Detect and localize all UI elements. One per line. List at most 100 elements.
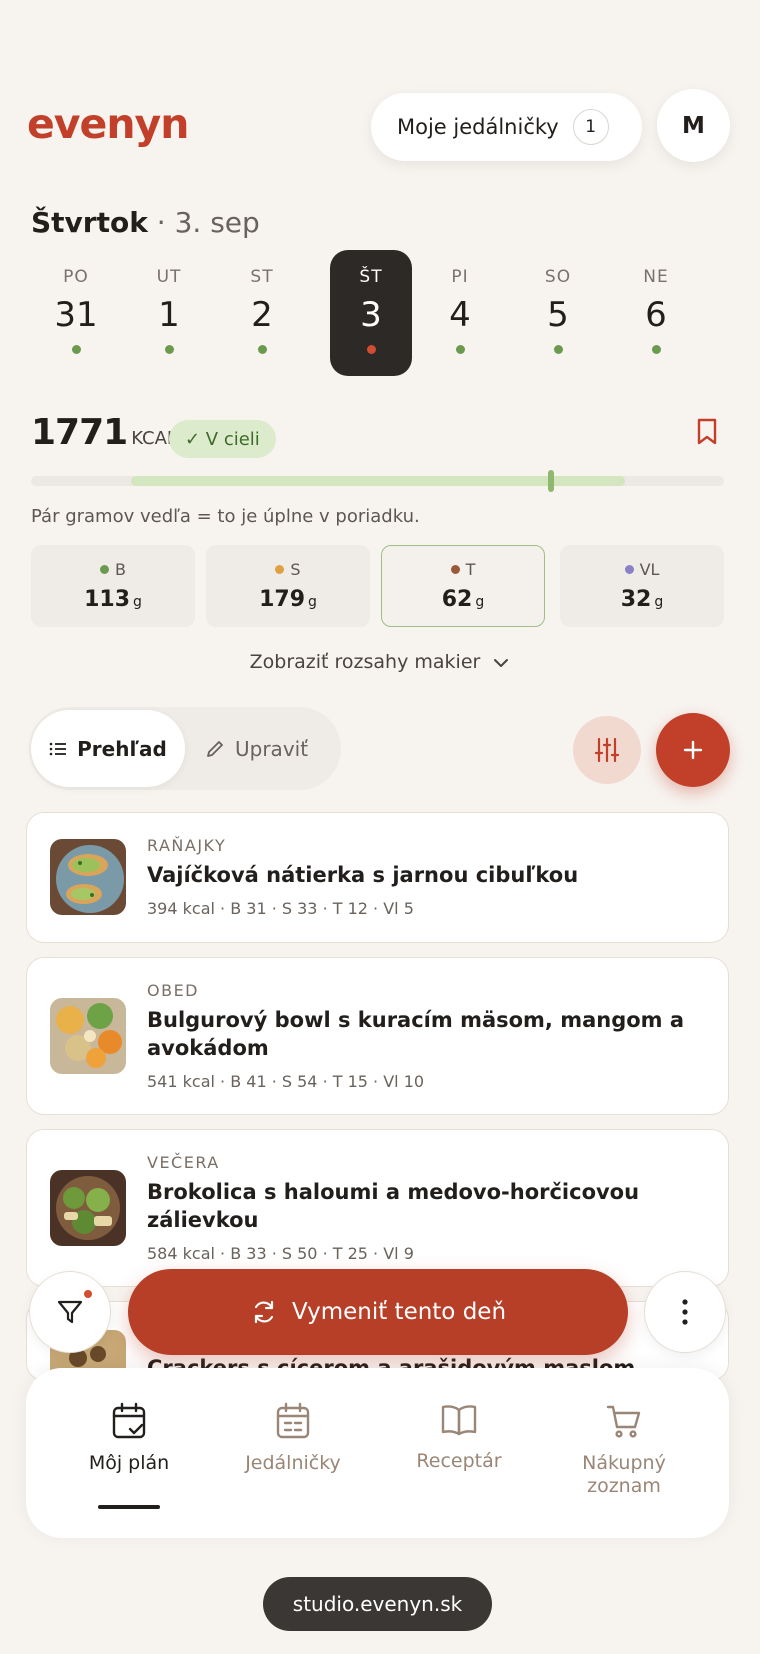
nav-my-plan[interactable]: Môj plán: [44, 1402, 214, 1475]
bottom-navigation: Môj plán Jedálničky Receptár Nákupný zoz…: [26, 1368, 729, 1538]
day-number: 5: [547, 295, 569, 335]
calendar-check-icon: [112, 1402, 146, 1439]
meal-card-dinner[interactable]: VEČERA Brokolica s haloumi a medovo-horč…: [26, 1129, 729, 1287]
day-status-dot: [257, 345, 267, 354]
meal-name: Bulgurový bowl s kuracím mäsom, mangom a…: [147, 1008, 685, 1060]
meal-name: Vajíčková nátierka s jarnou cibuľkou: [147, 863, 579, 887]
add-meal-button[interactable]: [656, 713, 730, 787]
meal-type: VEČERA: [147, 1153, 220, 1172]
day-label: NE: [643, 267, 669, 287]
macro-value: 179: [259, 587, 306, 612]
cart-icon: [606, 1405, 641, 1438]
day-monday[interactable]: PO 31: [35, 250, 117, 376]
macro-label: VL: [639, 560, 660, 579]
day-number: 4: [449, 295, 471, 335]
status-badge: ✓ V cieli: [169, 420, 276, 458]
url-bar[interactable]: studio.evenyn.sk: [263, 1577, 492, 1631]
day-status-dot: [366, 345, 376, 354]
day-status-dot: [71, 345, 81, 354]
macro-carbs[interactable]: S 179 g: [206, 545, 370, 627]
day-number: 1: [158, 295, 180, 335]
bookmark-icon[interactable]: [696, 418, 718, 446]
progress-marker: [547, 470, 554, 492]
show-macro-ranges-toggle[interactable]: Zobraziť rozsahy makier: [0, 651, 760, 673]
tab-overview[interactable]: Prehľad: [31, 710, 185, 787]
macro-unit: g: [308, 594, 317, 610]
more-options-button[interactable]: [644, 1271, 726, 1353]
tab-edit-label: Upraviť: [235, 736, 309, 761]
meal-nutrition: 541 kcal · B 41 · S 54 · T 15 · Vl 10: [147, 1072, 425, 1091]
pencil-icon: [207, 740, 223, 757]
day-number: 6: [645, 295, 667, 335]
nav-recipes[interactable]: Receptár: [374, 1402, 544, 1473]
filter-icon: [57, 1300, 83, 1324]
page-title: Štvrtok · 3. sep: [31, 206, 260, 239]
show-ranges-label: Zobraziť rozsahy makier: [249, 651, 481, 673]
sliders-icon: [594, 737, 620, 763]
nav-label: Jedálničky: [245, 1452, 341, 1474]
more-vertical-icon: [682, 1299, 688, 1325]
meal-card-breakfast[interactable]: RAŇAJKY Vajíčková nátierka s jarnou cibu…: [26, 812, 729, 943]
nav-label: Môj plán: [88, 1452, 170, 1474]
day-saturday[interactable]: SO 5: [517, 250, 599, 376]
macro-unit: g: [475, 594, 485, 610]
day-tuesday[interactable]: UT 1: [128, 250, 210, 376]
app-logo[interactable]: evenyn: [27, 100, 189, 148]
meal-photo: [50, 839, 126, 915]
date-title: 3. sep: [174, 206, 260, 239]
macro-fat[interactable]: T 62 g: [381, 545, 545, 627]
nav-label: Nákupný zoznam: [582, 1452, 666, 1497]
day-label: SO: [544, 267, 572, 287]
meal-name: Brokolica s haloumi a medovo-horčicovou …: [147, 1180, 640, 1232]
active-tab-indicator: [98, 1505, 160, 1509]
app-screen: evenyn Moje jedálničky 1 M Štvrtok · 3. …: [0, 0, 760, 1654]
nav-meal-plans[interactable]: Jedálničky: [208, 1402, 378, 1475]
calorie-progress-bar: [31, 470, 724, 492]
tab-edit[interactable]: Upraviť: [205, 710, 335, 787]
day-label: ŠT: [359, 267, 383, 287]
day-status-dot: [455, 345, 465, 354]
filter-button[interactable]: [29, 1271, 111, 1353]
day-wednesday[interactable]: ST 2: [221, 250, 303, 376]
day-status-dot: [164, 345, 174, 354]
view-mode-toggle: Prehľad Upraviť: [29, 707, 341, 790]
day-status-dot: [651, 345, 661, 354]
refresh-icon: [254, 1300, 274, 1324]
nav-shopping-list[interactable]: Nákupný zoznam: [539, 1402, 709, 1498]
title-separator: ·: [156, 206, 166, 239]
day-number: 2: [251, 295, 273, 335]
calorie-value: 1771: [31, 412, 128, 453]
macro-color-dot: [100, 565, 109, 574]
macro-protein[interactable]: B 113 g: [31, 545, 195, 627]
day-sunday[interactable]: NE 6: [615, 250, 697, 376]
calorie-hint: Pár gramov vedľa = to je úplne v poriadk…: [31, 506, 420, 527]
day-thursday[interactable]: ŠT 3: [330, 250, 412, 376]
calorie-total: 1771 KCAL: [31, 412, 177, 453]
macro-value: 32: [620, 587, 652, 612]
my-plans-count-badge: 1: [572, 109, 609, 145]
avatar[interactable]: M: [657, 89, 730, 162]
swap-day-button[interactable]: Vymeniť tento deň: [128, 1269, 628, 1355]
tab-overview-label: Prehľad: [77, 736, 167, 761]
my-plans-button[interactable]: Moje jedálničky 1: [371, 93, 642, 161]
macro-fiber[interactable]: VL 32 g: [560, 545, 724, 627]
macro-unit: g: [654, 594, 664, 610]
adjust-button[interactable]: [573, 716, 641, 784]
meal-card-lunch[interactable]: OBED Bulgurový bowl s kuracím mäsom, man…: [26, 957, 729, 1115]
week-selector: PO 31 UT 1 ST 2 ŠT 3 PI 4 SO 5 NE 6: [35, 250, 725, 376]
meal-photo: [50, 998, 126, 1074]
day-friday[interactable]: PI 4: [419, 250, 501, 376]
day-label: ST: [250, 267, 274, 287]
day-number: 31: [54, 295, 98, 335]
list-icon: [49, 742, 67, 755]
macro-value: 113: [84, 587, 131, 612]
macro-value: 62: [441, 587, 473, 612]
macro-color-dot: [624, 565, 634, 574]
meal-photo: [50, 1170, 126, 1246]
filter-active-dot: [84, 1290, 92, 1298]
day-label: PI: [451, 267, 469, 287]
day-number: 3: [360, 295, 382, 335]
meal-nutrition: 394 kcal · B 31 · S 33 · T 12 · Vl 5: [147, 899, 414, 918]
plus-icon: [683, 740, 703, 760]
swap-day-label: Vymeniť tento deň: [291, 1299, 507, 1325]
